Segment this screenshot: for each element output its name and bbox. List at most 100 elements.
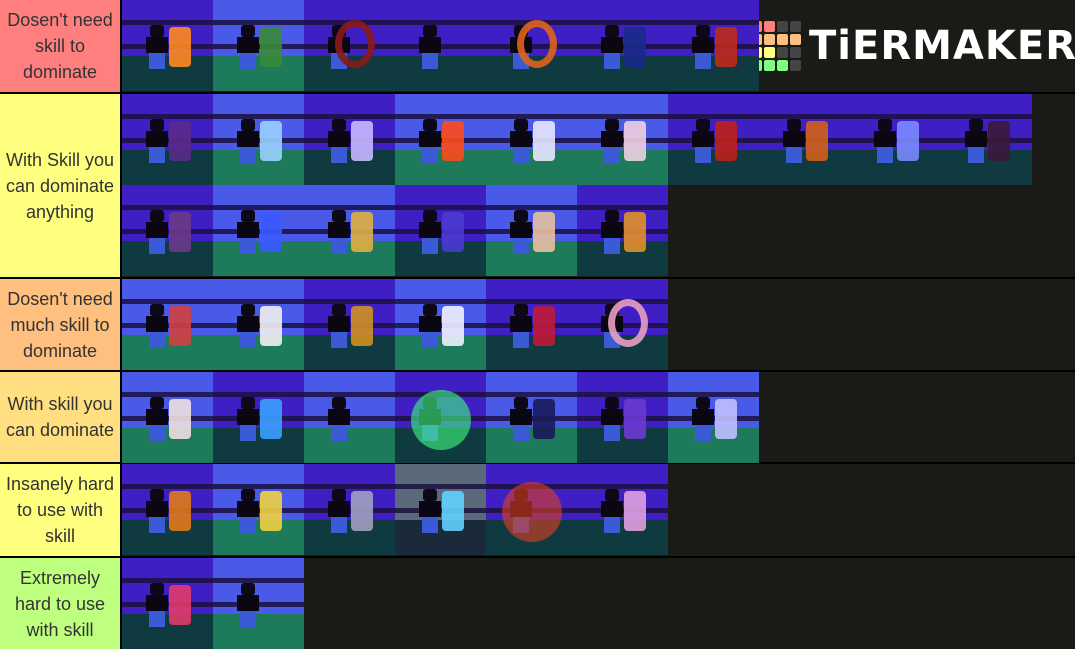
character-figure	[419, 210, 442, 256]
figure-head	[241, 210, 256, 223]
tier-item-character-with-red-outlined-stand[interactable]	[668, 0, 759, 91]
tier-item-character-with-violet-stand[interactable]	[395, 185, 486, 276]
character-figure	[601, 119, 624, 165]
stand-figure	[442, 306, 465, 347]
tier-item-character-with-beige-stand[interactable]	[486, 185, 577, 276]
tier-items	[122, 558, 1075, 649]
thumbnail-floor	[759, 150, 850, 185]
figure-legs	[149, 611, 166, 628]
stand-figure	[260, 491, 283, 532]
tier-label[interactable]: Dosen't need much skill to dominate	[0, 279, 122, 370]
figure-torso	[146, 501, 169, 518]
stand-figure	[169, 306, 192, 347]
stand-figure	[260, 121, 283, 162]
tier-row-2: With Skill you can dominate anything	[0, 94, 1075, 277]
tier-item-character-posing[interactable]	[395, 0, 486, 91]
tier-item-character-with-red-diamond-stand[interactable]	[668, 94, 759, 185]
figure-head	[150, 583, 165, 596]
character-figure	[510, 397, 533, 443]
tier-item-character-with-green-aura[interactable]	[395, 372, 486, 463]
tier-item-character-with-light-blue-stand[interactable]	[850, 94, 941, 185]
tier-label[interactable]: Extremely hard to use with skill	[0, 558, 122, 649]
character-figure	[146, 583, 169, 629]
thumbnail-floor	[577, 56, 668, 91]
tier-item-character-with-white-green-stand[interactable]	[486, 94, 577, 185]
tier-item-character-with-sword[interactable]	[213, 372, 304, 463]
tier-list-board: Dosen't need skill to dominate TiERMAKER…	[0, 0, 1075, 649]
tier-item-character-with-dark-orange-stand[interactable]	[122, 185, 213, 276]
thumbnail-beam	[850, 114, 941, 120]
tier-item-character-with-black-white-stand[interactable]	[395, 279, 486, 370]
figure-head	[423, 25, 438, 38]
figure-torso	[146, 595, 169, 612]
tier-item-character-with-blue-dark-stand[interactable]	[577, 0, 668, 91]
figure-head	[241, 489, 256, 502]
tier-label[interactable]: With Skill you can dominate anything	[0, 94, 122, 277]
tier-item-character-with-blue-gold-stand[interactable]	[213, 185, 304, 276]
thumbnail-floor	[486, 150, 577, 185]
tier-item-red-ring-item[interactable]	[304, 0, 395, 91]
tier-item-character-with-white-purple-stand[interactable]	[304, 94, 395, 185]
tier-item-character-with-pink-stand[interactable]	[577, 464, 668, 555]
tier-item-character-with-flag[interactable]	[122, 279, 213, 370]
tier-item-character-with-orange-block-stand[interactable]	[122, 464, 213, 555]
tier-item-character-with-white-red-stand[interactable]	[577, 94, 668, 185]
tier-label[interactable]: Dosen't need skill to dominate	[0, 0, 122, 92]
tier-item-character-with-yellow-stand[interactable]	[213, 464, 304, 555]
tier-item-character-with-burst-effect[interactable]	[486, 464, 577, 555]
tier-item-character-with-white-red-box-stand[interactable]	[213, 279, 304, 370]
stand-figure	[169, 27, 192, 68]
tier-item-character-with-dark-purple-stand[interactable]	[122, 94, 213, 185]
tier-item-character-with-pink-glow-stand[interactable]	[941, 94, 1032, 185]
tier-item-character-with-gold-purple-stand[interactable]	[304, 279, 395, 370]
character-figure	[419, 25, 442, 71]
figure-head	[332, 397, 347, 410]
figure-torso	[146, 37, 169, 54]
thumbnail-beam	[668, 114, 759, 120]
thumbnail-beam	[577, 205, 668, 211]
figure-torso	[601, 131, 624, 148]
tier-item-character-with-white-blue-stand[interactable]	[213, 94, 304, 185]
tier-label[interactable]: With skill you can dominate	[0, 372, 122, 462]
thumbnail-floor	[850, 150, 941, 185]
logo-square	[764, 60, 775, 71]
tier-item-character-with-red-blue-stand[interactable]	[122, 558, 213, 649]
character-figure	[692, 25, 715, 71]
tier-item-character-closeup[interactable]	[213, 558, 304, 649]
stand-figure	[516, 20, 557, 69]
tier-item-character-with-purple-stand[interactable]	[577, 372, 668, 463]
character-figure	[419, 489, 442, 535]
tier-item-character-with-ring[interactable]	[577, 279, 668, 370]
tier-item-character-with-red-glow[interactable]	[486, 279, 577, 370]
thumbnail-beam	[213, 205, 304, 211]
thumbnail-beam	[304, 299, 395, 305]
figure-legs	[604, 517, 621, 534]
tier-item-character-with-orange-stand[interactable]	[759, 94, 850, 185]
stand-figure	[351, 306, 374, 347]
tier-items	[122, 464, 1075, 556]
tier-item-character-with-green-stand[interactable]	[213, 0, 304, 91]
logo-square	[764, 47, 775, 58]
tier-item-character-with-gold-stand[interactable]	[304, 185, 395, 276]
tier-item-character-with-grey-stand[interactable]	[304, 464, 395, 555]
tier-item-character-standing[interactable]	[304, 372, 395, 463]
figure-legs	[877, 147, 894, 164]
tier-item-orange-ring-item[interactable]	[486, 0, 577, 91]
tier-item-character-with-dark-blue-stand[interactable]	[486, 372, 577, 463]
figure-head	[423, 210, 438, 223]
tier-item-character-with-tan-stand[interactable]	[577, 185, 668, 276]
tier-item-character-with-dark-armored-stand[interactable]	[122, 0, 213, 91]
figure-head	[150, 397, 165, 410]
thumbnail-floor	[213, 335, 304, 370]
tier-item-character-with-fire-effect[interactable]	[395, 94, 486, 185]
tier-item-character-with-katana[interactable]	[668, 372, 759, 463]
tier-item-character-with-box[interactable]	[122, 372, 213, 463]
tier-item-character-with-neon-suit[interactable]	[395, 464, 486, 555]
figure-legs	[149, 332, 166, 349]
figure-torso	[328, 409, 351, 426]
figure-torso	[601, 222, 624, 239]
figure-head	[514, 397, 529, 410]
stand-figure	[624, 27, 647, 68]
tier-label[interactable]: Insanely hard to use with skill	[0, 464, 122, 556]
figure-torso	[328, 501, 351, 518]
